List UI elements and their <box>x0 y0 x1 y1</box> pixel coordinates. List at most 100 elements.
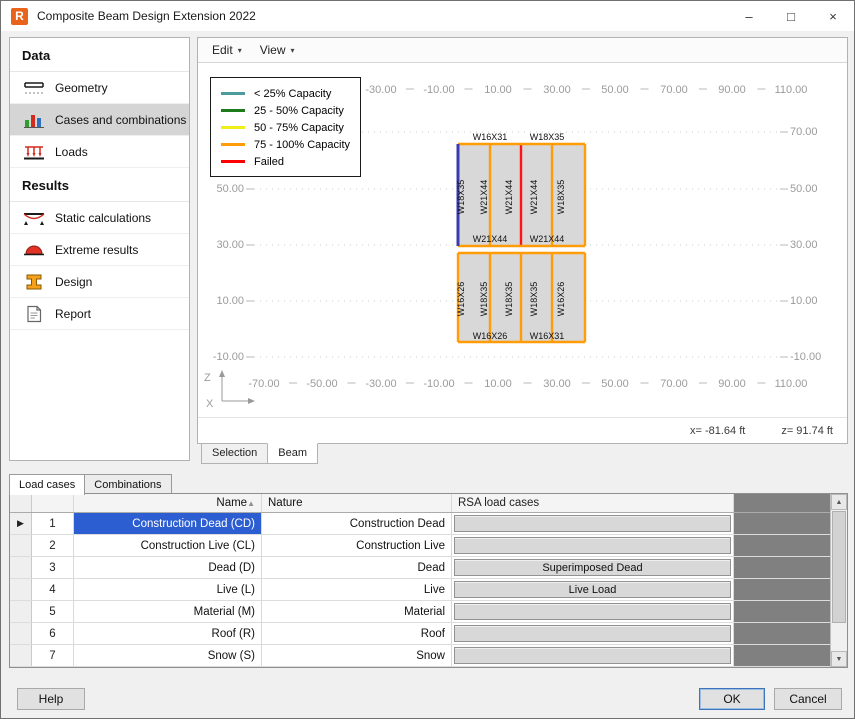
beam-label: W21X44 <box>479 180 489 215</box>
rsa-load-case-button[interactable]: Live Load <box>454 581 731 598</box>
row-marker-cell[interactable] <box>10 623 32 644</box>
row-number-cell[interactable]: 3 <box>32 557 74 578</box>
name-cell[interactable]: Roof (R) <box>74 623 262 644</box>
row-number-cell[interactable]: 6 <box>32 623 74 644</box>
minimize-button[interactable]: – <box>728 1 770 31</box>
nature-cell[interactable]: Snow <box>262 645 452 666</box>
rsa-load-case-button[interactable] <box>454 625 731 642</box>
legend-item-label: 50 - 75% Capacity <box>254 122 344 134</box>
sidebar: DataGeometryCases and combinationsLoads R… <box>9 37 190 461</box>
scroll-down-icon[interactable]: ▼ <box>831 651 847 667</box>
dropdown-caret-icon: ▾ <box>291 46 295 55</box>
sidebar-item-cases-and-combinations[interactable]: Cases and combinations <box>10 104 189 136</box>
row-number-cell[interactable]: 4 <box>32 579 74 600</box>
table-row: 6Roof (R)Roof <box>10 623 830 645</box>
row-marker-cell[interactable] <box>10 645 32 666</box>
row-marker-cell[interactable] <box>10 535 32 556</box>
nature-cell[interactable]: Construction Live <box>262 535 452 556</box>
view-tab-beam[interactable]: Beam <box>267 443 318 464</box>
row-number-cell[interactable]: 7 <box>32 645 74 666</box>
name-cell[interactable]: Construction Live (CL) <box>74 535 262 556</box>
row-number-header <box>32 494 74 512</box>
extreme-results-icon <box>22 241 46 259</box>
sidebar-item-label: Static calculations <box>55 211 151 225</box>
plan-canvas[interactable]: -30.00-10.0010.0030.0050.0070.0090.00110… <box>198 63 847 417</box>
scroll-up-icon[interactable]: ▲ <box>831 494 847 510</box>
tab-load-cases[interactable]: Load cases <box>9 474 85 495</box>
rsa-load-case-button[interactable] <box>454 537 731 554</box>
row-number-cell[interactable]: 1 <box>32 513 74 534</box>
menu-label: Edit <box>212 43 233 57</box>
nature-cell[interactable]: Roof <box>262 623 452 644</box>
column-header-name[interactable]: Name▲ <box>74 494 262 512</box>
loads-icon <box>22 143 46 161</box>
row-marker-cell[interactable] <box>10 557 32 578</box>
sidebar-item-geometry[interactable]: Geometry <box>10 72 189 104</box>
app-logo-icon: R <box>11 8 28 25</box>
ok-button[interactable]: OK <box>699 688 765 710</box>
statusbar: x= -81.64 ft z= 91.74 ft <box>198 417 847 443</box>
name-cell[interactable]: Dead (D) <box>74 557 262 578</box>
sort-ascending-icon: ▲ <box>247 499 255 508</box>
sidebar-item-static-calculations[interactable]: Static calculations <box>10 202 189 234</box>
cancel-button[interactable]: Cancel <box>774 688 842 710</box>
design-icon <box>22 273 46 291</box>
menubar: Edit▾View▾ <box>198 38 847 63</box>
sidebar-heading: Data <box>10 38 189 72</box>
axis-tick-label: -10.00 <box>423 378 454 390</box>
rsa-load-case-button[interactable] <box>454 515 731 532</box>
row-marker-cell[interactable]: ▶ <box>10 513 32 534</box>
close-button[interactable]: × <box>812 1 854 31</box>
dropdown-caret-icon: ▾ <box>238 46 242 55</box>
scroll-thumb[interactable] <box>832 511 846 623</box>
name-cell[interactable]: Construction Dead (CD) <box>74 513 262 534</box>
legend-color-swatch <box>221 109 245 112</box>
load-cases-table: Name▲NatureRSA load cases▶1Construction … <box>9 493 848 668</box>
axis-tick-label: -50.00 <box>306 378 337 390</box>
name-cell[interactable]: Material (M) <box>74 601 262 622</box>
row-marker-cell[interactable] <box>10 601 32 622</box>
name-cell[interactable]: Live (L) <box>74 579 262 600</box>
help-button[interactable]: Help <box>17 688 85 710</box>
rsa-cell: Superimposed Dead <box>452 557 734 578</box>
nature-cell[interactable]: Live <box>262 579 452 600</box>
nature-cell[interactable]: Construction Dead <box>262 513 452 534</box>
table-row: 5Material (M)Material <box>10 601 830 623</box>
sidebar-item-design[interactable]: Design <box>10 266 189 298</box>
menu-edit[interactable]: Edit ▾ <box>204 40 250 60</box>
rsa-load-case-button[interactable] <box>454 603 731 620</box>
beam-label: W21X44 <box>529 180 539 215</box>
rsa-cell: Live Load <box>452 579 734 600</box>
maximize-button[interactable]: □ <box>770 1 812 31</box>
column-header-rsa[interactable]: RSA load cases <box>452 494 734 512</box>
axis-tick-label: 70.00 <box>790 126 818 138</box>
name-cell[interactable]: Snow (S) <box>74 645 262 666</box>
row-marker-cell[interactable] <box>10 579 32 600</box>
legend-item: Failed <box>221 153 350 170</box>
tab-combinations[interactable]: Combinations <box>84 474 171 495</box>
nature-cell[interactable]: Material <box>262 601 452 622</box>
sidebar-item-loads[interactable]: Loads <box>10 136 189 168</box>
cursor-z-coordinate: z= 91.74 ft <box>781 425 833 437</box>
column-header-label: Name <box>216 497 247 509</box>
axis-tick-label: 110.00 <box>775 84 808 96</box>
menu-view[interactable]: View▾ <box>252 40 303 60</box>
view-tab-selection[interactable]: Selection <box>201 443 268 464</box>
nature-cell[interactable]: Dead <box>262 557 452 578</box>
table-scrollbar[interactable]: ▲ ▼ <box>830 494 847 667</box>
sidebar-item-label: Design <box>55 275 92 289</box>
column-header-nature[interactable]: Nature <box>262 494 452 512</box>
sidebar-item-extreme-results[interactable]: Extreme results <box>10 234 189 266</box>
row-number-cell[interactable]: 5 <box>32 601 74 622</box>
sidebar-item-report[interactable]: Report <box>10 298 189 330</box>
beam-label: W18X35 <box>479 282 489 317</box>
axis-tick-label: 10.00 <box>790 295 818 307</box>
table-row: 4Live (L)LiveLive Load <box>10 579 830 601</box>
x-axis-label: X <box>206 398 214 410</box>
axis-tick-label: -30.00 <box>365 378 396 390</box>
sidebar-item-label: Extreme results <box>55 243 138 257</box>
row-number-cell[interactable]: 2 <box>32 535 74 556</box>
dialog-window: R Composite Beam Design Extension 2022 –… <box>0 0 855 719</box>
rsa-load-case-button[interactable]: Superimposed Dead <box>454 559 731 576</box>
rsa-load-case-button[interactable] <box>454 647 731 664</box>
